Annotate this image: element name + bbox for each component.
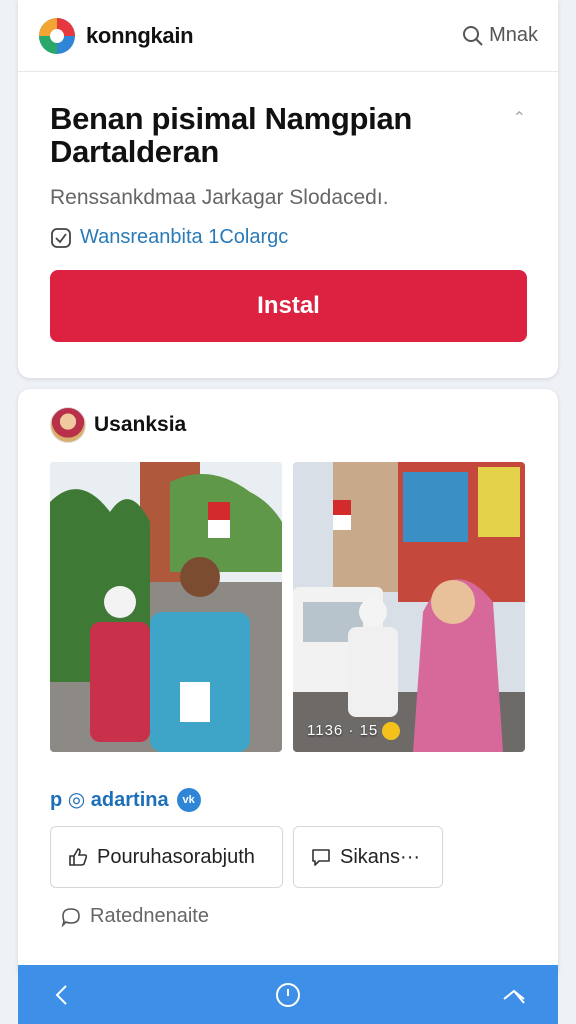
bottom-navigation-bar xyxy=(18,965,558,1024)
comment-link[interactable]: Ratednenaite xyxy=(60,905,209,928)
verified-badge-icon: vk xyxy=(176,787,201,812)
promo-subtitle: Renssankdmaa Jarkagar Slodacedı. xyxy=(50,186,389,210)
back-button[interactable] xyxy=(42,975,82,1015)
thumbs-up-icon xyxy=(69,848,88,866)
post-photo-left[interactable] xyxy=(50,462,282,752)
comment-icon xyxy=(61,907,80,928)
app-logo-icon xyxy=(39,17,75,54)
chevron-up-icon[interactable]: ⌃ xyxy=(513,108,526,128)
share-button[interactable]: Sikans··· xyxy=(293,826,443,888)
search-icon xyxy=(463,25,483,46)
verified-row: Wansreanbita 1Colargc xyxy=(50,226,526,249)
like-button[interactable]: Pouruhasorabjuth xyxy=(50,826,283,888)
source-text: p ◎ adartina xyxy=(50,789,169,811)
chevron-menu-icon xyxy=(503,989,525,1004)
home-button[interactable] xyxy=(268,975,308,1015)
check-square-icon xyxy=(51,227,71,248)
search-label: Mnak xyxy=(489,24,538,46)
avatar[interactable] xyxy=(50,407,86,443)
post-card: Usanksia 1136 · 15 p ◎ adartina vk Pouru… xyxy=(18,389,558,979)
like-label: Pouruhasorabjuth xyxy=(97,845,255,868)
source-link[interactable]: p ◎ adartina vk xyxy=(50,787,201,812)
install-button[interactable]: Instal xyxy=(50,270,527,342)
emoji-icon xyxy=(382,722,401,740)
promo-title: Benan pisimal Namgpian Dartalderan xyxy=(50,101,413,170)
share-label: Sikans··· xyxy=(340,845,421,868)
post-photo-right[interactable]: 1136 · 15 xyxy=(293,462,525,752)
community-photo-image xyxy=(293,462,525,752)
menu-button[interactable] xyxy=(494,975,534,1015)
author-name: Usanksia xyxy=(94,413,187,436)
brand-name: konngkain xyxy=(86,22,194,48)
chevron-left-icon xyxy=(55,984,67,1005)
app-header: konngkain Mnak xyxy=(18,0,558,72)
speech-bubble-icon xyxy=(312,849,330,866)
street-photo-image xyxy=(50,462,282,752)
photo-caption: 1136 · 15 xyxy=(307,721,401,740)
verified-text: Wansreanbita 1Colargc xyxy=(80,226,289,249)
circle-home-icon xyxy=(276,982,300,1007)
post-author[interactable]: Usanksia xyxy=(50,407,186,443)
search-button[interactable]: Mnak xyxy=(461,24,538,48)
photo-caption-text: 1136 · 15 xyxy=(307,721,379,739)
promo-card: konngkain Mnak Benan pisimal Namgpian Da… xyxy=(18,0,558,378)
comment-label: Ratednenaite xyxy=(90,905,209,927)
